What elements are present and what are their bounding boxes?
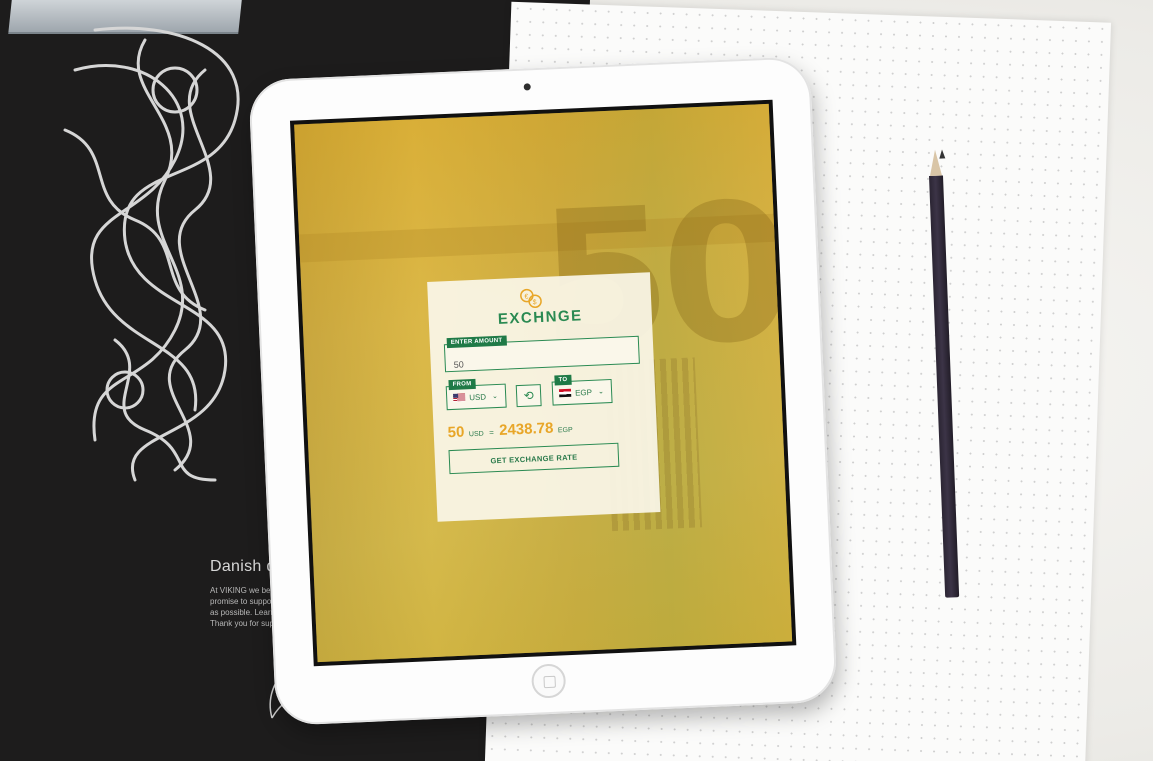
pencil-tip — [928, 149, 946, 176]
to-label: TO — [554, 374, 572, 386]
svg-text:$: $ — [532, 299, 536, 306]
result-amount-unit: USD — [468, 430, 484, 439]
tablet-screen: 50 € $ EXCHNGE ENTER AMOUNT 50 FROM USD … — [289, 99, 797, 667]
banknote-background: 50 € $ EXCHNGE ENTER AMOUNT 50 FROM USD … — [294, 103, 793, 663]
tablet-device: 50 € $ EXCHNGE ENTER AMOUNT 50 FROM USD … — [248, 56, 838, 726]
result-total-unit: EGP — [557, 426, 573, 435]
result-amount: 50 — [447, 423, 465, 442]
amount-label: ENTER AMOUNT — [446, 335, 507, 349]
currency-row: FROM USD ⌄ ⟲ TO EGP ⌄ — [445, 374, 642, 411]
from-currency-select[interactable]: FROM USD ⌄ — [445, 378, 507, 411]
amount-value[interactable]: 50 — [454, 359, 464, 369]
chevron-down-icon: ⌄ — [597, 388, 605, 396]
result-equals: = — [488, 428, 495, 438]
result-total: 2438.78 — [498, 419, 554, 439]
us-flag-icon — [453, 393, 466, 402]
from-label: FROM — [448, 378, 476, 391]
svg-text:€: € — [524, 294, 528, 301]
to-currency-code: EGP — [574, 387, 593, 398]
amount-input[interactable]: ENTER AMOUNT 50 — [443, 335, 640, 373]
get-exchange-rate-button[interactable]: GET EXCHANGE RATE — [448, 442, 620, 475]
knotwork-illustration — [63, 26, 240, 482]
to-currency-select[interactable]: TO EGP ⌄ — [551, 374, 613, 406]
conversion-result: 50 USD = 2438.78 EGP — [447, 416, 643, 442]
coins-icon: € $ — [520, 288, 542, 309]
egypt-flag-icon — [558, 388, 572, 398]
from-currency-code: USD — [469, 391, 487, 402]
home-button[interactable] — [530, 663, 567, 699]
chevron-down-icon: ⌄ — [491, 392, 499, 401]
camera-icon — [523, 83, 531, 91]
swap-currency-button[interactable]: ⟲ — [515, 384, 542, 408]
exchange-card: € $ EXCHNGE ENTER AMOUNT 50 FROM USD ⌄ ⟲… — [427, 272, 661, 522]
swap-icon: ⟲ — [523, 388, 535, 403]
